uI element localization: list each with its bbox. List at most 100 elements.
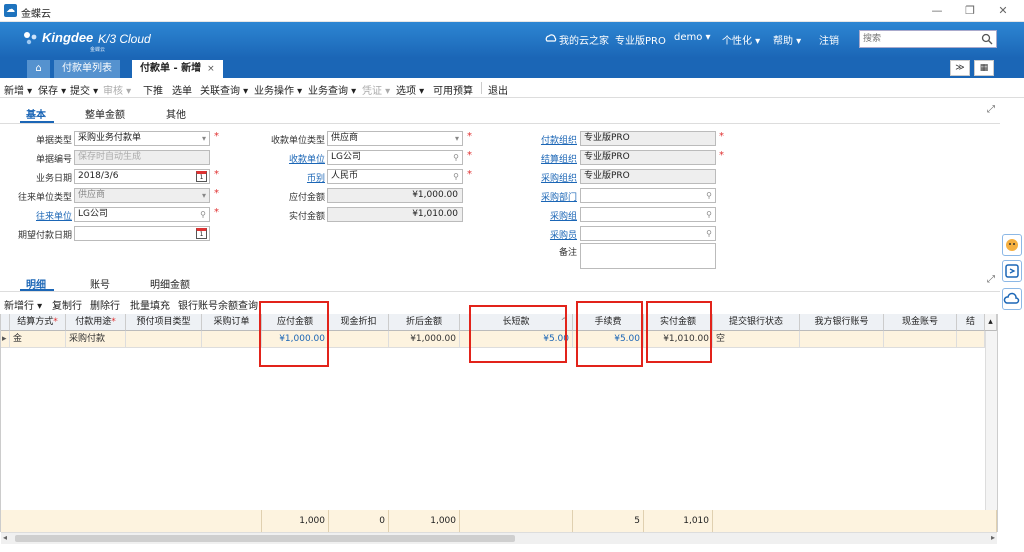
grid-cell[interactable]: 采购付款: [66, 331, 126, 348]
grid-cell[interactable]: [329, 331, 389, 348]
nav-user[interactable]: demo ▾: [674, 32, 711, 43]
expand-icon[interactable]: ⤢: [987, 104, 995, 115]
calendar-icon[interactable]: 1: [196, 171, 207, 182]
payee-field[interactable]: LG公司 ⚲: [327, 150, 463, 165]
exit-button[interactable]: 退出: [488, 82, 508, 97]
message-icon[interactable]: [1002, 260, 1022, 282]
search-icon[interactable]: ⚲: [706, 189, 712, 202]
search-icon[interactable]: ⚲: [706, 208, 712, 221]
grid-header[interactable]: 现金折扣: [329, 314, 389, 331]
available-budget-button[interactable]: 可用预算: [433, 82, 473, 97]
purchase-dept-label[interactable]: 采购部门: [500, 190, 577, 203]
related-query-button[interactable]: 关联查询 ▾: [200, 82, 248, 97]
push-down-button[interactable]: 下推: [143, 82, 163, 97]
grid-cell[interactable]: [202, 331, 262, 348]
tab-payment-new[interactable]: 付款单 - 新增 ×: [132, 60, 223, 78]
business-operation-button[interactable]: 业务操作 ▾: [254, 82, 302, 97]
purchase-group-field[interactable]: ⚲: [580, 207, 716, 222]
contact-field[interactable]: LG公司 ⚲: [74, 207, 210, 222]
nav-personalize[interactable]: 个性化 ▾: [722, 32, 760, 47]
grid-cell[interactable]: [884, 331, 957, 348]
restore-button[interactable]: ❐: [955, 3, 985, 19]
purchase-dept-field[interactable]: ⚲: [580, 188, 716, 203]
purchase-org-label[interactable]: 采购组织: [500, 171, 577, 184]
nav-logout[interactable]: 注销: [819, 32, 839, 47]
grid-header[interactable]: 付款用途*: [66, 314, 126, 331]
horizontal-scrollbar[interactable]: ◂ ▸: [1, 532, 997, 544]
grid-cell[interactable]: [800, 331, 884, 348]
scroll-thumb[interactable]: [15, 535, 515, 542]
options-button[interactable]: 选项 ▾: [396, 82, 424, 97]
scroll-right-icon[interactable]: ▸: [991, 533, 995, 542]
grid-cell[interactable]: 金: [10, 331, 66, 348]
currency-field[interactable]: 人民币 ⚲: [327, 169, 463, 184]
new-row-button[interactable]: 新增行 ▾: [4, 297, 42, 312]
close-button[interactable]: ✕: [988, 3, 1018, 19]
tab-basic[interactable]: 基本: [26, 106, 46, 121]
audit-button[interactable]: 审核 ▾: [103, 82, 131, 97]
row-marker-icon[interactable]: ▸: [1, 331, 10, 348]
grid-header[interactable]: 预付项目类型: [126, 314, 202, 331]
purchaser-label[interactable]: 采购员: [500, 228, 577, 241]
expand-icon[interactable]: ⤢: [987, 274, 995, 285]
minimize-button[interactable]: —: [922, 3, 952, 19]
nav-help[interactable]: 帮助 ▾: [773, 32, 801, 47]
doc-type-select[interactable]: 采购业务付款单 ▾: [74, 131, 210, 146]
home-tab[interactable]: ⌂: [27, 60, 50, 78]
biz-date-field[interactable]: 2018/3/6 1: [74, 169, 210, 184]
search-input[interactable]: [860, 31, 978, 47]
assistant-icon[interactable]: [1002, 234, 1022, 256]
currency-label[interactable]: 币别: [250, 171, 325, 184]
search-icon[interactable]: ⚲: [200, 208, 206, 221]
scrollbar-up[interactable]: ▴: [985, 314, 997, 331]
more-tabs-icon[interactable]: ≫: [950, 60, 970, 76]
dropdown-icon[interactable]: ▾: [202, 132, 206, 145]
select-bill-button[interactable]: 选单: [172, 82, 192, 97]
contact-label[interactable]: 往来单位: [0, 209, 72, 222]
remark-textarea[interactable]: [580, 243, 716, 269]
grid-cell[interactable]: ¥1,000.00: [389, 331, 460, 348]
tab-payment-list[interactable]: 付款单列表: [54, 60, 120, 78]
grid-header[interactable]: 提交银行状态: [713, 314, 800, 331]
tab-other[interactable]: 其他: [166, 106, 186, 121]
tab-detail-amount[interactable]: 明细金额: [150, 276, 190, 291]
grid-header[interactable]: 折后金额: [389, 314, 460, 331]
purchaser-field[interactable]: ⚲: [580, 226, 716, 241]
batch-fill-button[interactable]: 批量填充: [130, 297, 170, 312]
grid-header[interactable]: 现金账号: [884, 314, 957, 331]
new-button[interactable]: 新增 ▾: [4, 82, 32, 97]
nav-my-cloud[interactable]: 我的云之家: [559, 32, 609, 47]
grid-menu-icon[interactable]: ▦: [974, 60, 994, 76]
calendar-icon[interactable]: 1: [196, 228, 207, 239]
global-search[interactable]: [859, 30, 997, 48]
search-icon[interactable]: ⚲: [706, 227, 712, 240]
scroll-left-icon[interactable]: ◂: [3, 533, 7, 542]
copy-row-button[interactable]: 复制行: [52, 297, 82, 312]
business-query-button[interactable]: 业务查询 ▾: [308, 82, 356, 97]
grid-cell[interactable]: 空: [713, 331, 800, 348]
expected-date-field[interactable]: 1: [74, 226, 210, 241]
submit-button[interactable]: 提交 ▾: [70, 82, 98, 97]
cloud-icon[interactable]: [1002, 288, 1022, 310]
payee-type-select[interactable]: 供应商 ▾: [327, 131, 463, 146]
payee-label[interactable]: 收款单位: [250, 152, 325, 165]
grid-cell[interactable]: [126, 331, 202, 348]
search-icon[interactable]: [981, 33, 993, 45]
tab-total-amount[interactable]: 整单金额: [85, 106, 125, 121]
grid-header[interactable]: 结: [957, 314, 985, 331]
search-icon[interactable]: ⚲: [453, 170, 459, 183]
voucher-button[interactable]: 凭证 ▾: [362, 82, 390, 97]
delete-row-button[interactable]: 删除行: [90, 297, 120, 312]
purchase-group-label[interactable]: 采购组: [500, 209, 577, 222]
grid-header[interactable]: 结算方式*: [10, 314, 66, 331]
close-tab-icon[interactable]: ×: [207, 64, 215, 74]
vertical-scrollbar[interactable]: [985, 331, 997, 510]
bank-balance-query-button[interactable]: 银行账号余额查询: [178, 297, 258, 312]
tab-account[interactable]: 账号: [90, 276, 110, 291]
save-button[interactable]: 保存 ▾: [38, 82, 66, 97]
dropdown-icon[interactable]: ▾: [455, 132, 459, 145]
grid-header[interactable]: 采购订单: [202, 314, 262, 331]
pay-org-label[interactable]: 付款组织: [500, 133, 577, 146]
nav-edition[interactable]: 专业版PRO: [615, 32, 666, 47]
settle-org-label[interactable]: 结算组织: [500, 152, 577, 165]
